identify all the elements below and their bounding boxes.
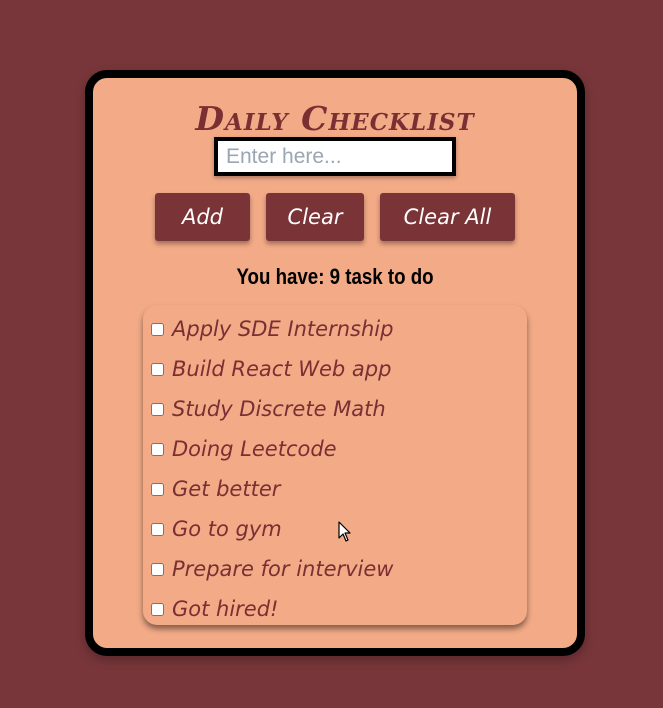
task-item: Got hired!: [143, 589, 527, 629]
task-label[interactable]: Apply SDE Internship: [172, 317, 393, 341]
checklist-card: Daily Checklist Add Clear Clear All You …: [85, 70, 585, 656]
task-checkbox[interactable]: [151, 322, 164, 336]
task-count: You have: 9 task to do: [236, 264, 434, 289]
task-checkbox[interactable]: [151, 482, 164, 496]
clear-button[interactable]: Clear: [266, 193, 364, 241]
task-item: Go to gym: [143, 509, 527, 549]
task-checkbox[interactable]: [151, 362, 164, 376]
task-item: Study Discrete Math: [143, 389, 527, 429]
task-item: Prepare for interview: [143, 549, 527, 589]
task-item: Apply SDE Internship: [143, 309, 527, 349]
task-item: Build React Web app: [143, 349, 527, 389]
task-label[interactable]: Go to gym: [172, 517, 282, 541]
task-label[interactable]: Got hired!: [172, 597, 278, 621]
task-checkbox[interactable]: [151, 602, 164, 616]
add-button[interactable]: Add: [155, 193, 250, 241]
task-checkbox[interactable]: [151, 562, 164, 576]
task-label[interactable]: Build React Web app: [172, 357, 391, 381]
task-label[interactable]: Doing Leetcode: [172, 437, 337, 461]
task-label[interactable]: Study Discrete Math: [172, 397, 386, 421]
task-input[interactable]: [214, 137, 456, 176]
task-label[interactable]: Prepare for interview: [172, 557, 393, 581]
task-checkbox[interactable]: [151, 402, 164, 416]
task-item: Doing Leetcode: [143, 429, 527, 469]
task-item: Get better: [143, 469, 527, 509]
task-checkbox[interactable]: [151, 442, 164, 456]
app-title: Daily Checklist: [195, 99, 475, 138]
task-checkbox[interactable]: [151, 522, 164, 536]
clear-all-button[interactable]: Clear All: [380, 193, 515, 241]
task-list: Apply SDE Internship Build React Web app…: [143, 305, 527, 625]
task-label[interactable]: Get better: [172, 477, 280, 501]
mouse-cursor-icon: [338, 521, 351, 542]
